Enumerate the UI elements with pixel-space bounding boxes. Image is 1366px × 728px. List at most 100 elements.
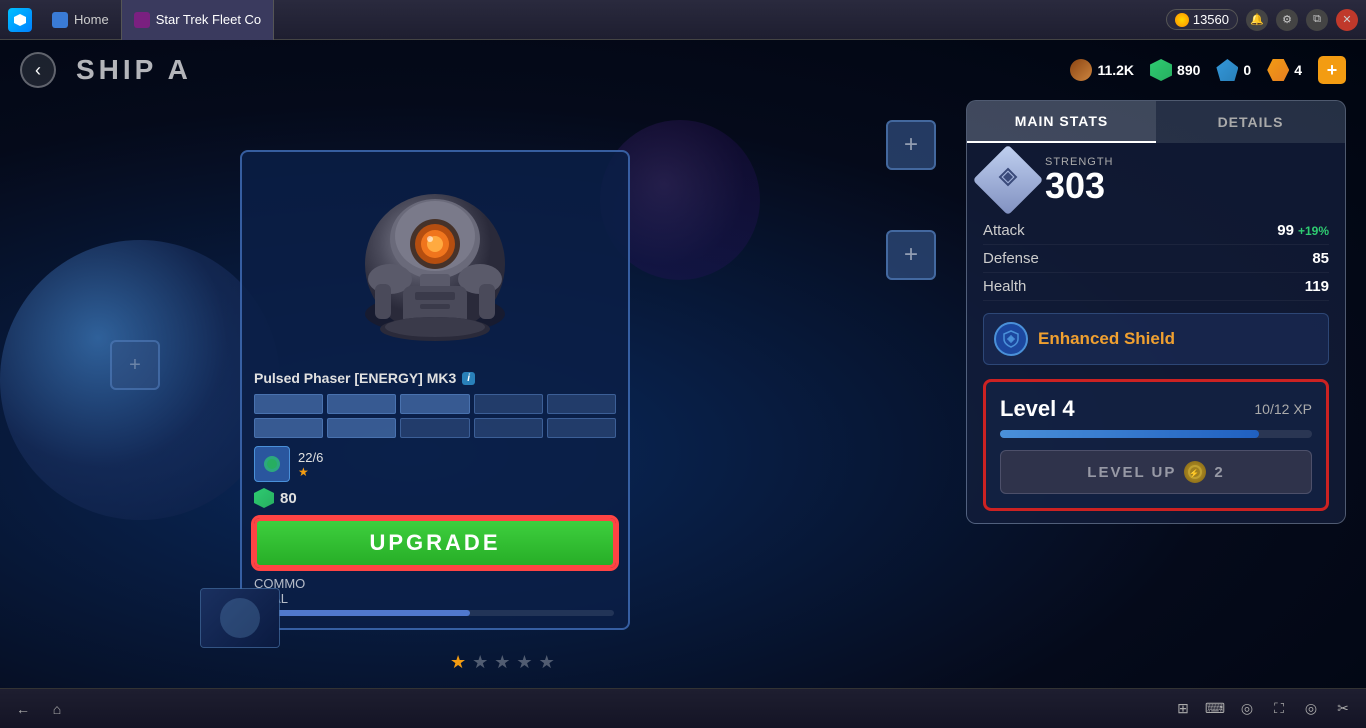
slot-1 bbox=[254, 394, 323, 414]
dilithium-value: 4 bbox=[1294, 62, 1302, 78]
currency-value: 13560 bbox=[1193, 12, 1229, 27]
upgrade-label: UPGRADE bbox=[369, 530, 500, 556]
tab-details[interactable]: DETAILS bbox=[1156, 101, 1345, 143]
resources-hud: 11.2K 890 0 4 + bbox=[1070, 56, 1346, 84]
settings-btn[interactable]: ⚙ bbox=[1276, 9, 1298, 31]
info-badge[interactable]: i bbox=[462, 372, 475, 385]
resource-wood: 11.2K bbox=[1070, 59, 1134, 81]
resource-dilithium: 4 bbox=[1267, 59, 1302, 81]
left-slot-plus-icon: + bbox=[129, 354, 141, 377]
taskbar-grid-icon[interactable]: ⊞ bbox=[1172, 698, 1194, 720]
back-button[interactable]: ‹ bbox=[20, 52, 56, 88]
level-up-button[interactable]: LEVEL UP ⚡ 2 bbox=[1000, 450, 1312, 494]
steel-icon bbox=[1150, 59, 1172, 81]
strength-value: 303 bbox=[1045, 168, 1114, 204]
stars-area: ★ ★ ★ ★ ★ bbox=[450, 652, 555, 673]
close-btn[interactable]: ✕ bbox=[1336, 9, 1358, 31]
xp-display: 10/12 XP bbox=[1254, 401, 1312, 417]
main-stats-tab-label: MAIN STATS bbox=[1015, 113, 1108, 129]
xp-bar-fill bbox=[1000, 430, 1259, 438]
defense-label: Defense bbox=[983, 250, 1039, 267]
ship-image-container bbox=[254, 164, 616, 364]
stats-tabs: MAIN STATS DETAILS bbox=[967, 101, 1345, 143]
health-label: Health bbox=[983, 278, 1026, 295]
component-icon bbox=[254, 446, 290, 482]
resource-crystal: 0 bbox=[1216, 59, 1251, 81]
currency-display: 13560 bbox=[1166, 9, 1238, 30]
game-tab-label: Star Trek Fleet Co bbox=[156, 12, 261, 27]
defense-value: 85 bbox=[1312, 250, 1329, 267]
strength-info: STRENGTH 303 bbox=[1045, 156, 1114, 204]
taskbar-fullscreen-icon[interactable]: ⛶ bbox=[1268, 698, 1290, 720]
back-icon: ‹ bbox=[35, 60, 41, 81]
slot-8 bbox=[400, 418, 469, 438]
taskbar: ← ⌂ ⊞ ⌨ ◎ ⛶ ◎ ✂ bbox=[0, 688, 1366, 728]
title-bar: Home Star Trek Fleet Co 13560 🔔 ⚙ ⧉ ✕ bbox=[0, 0, 1366, 40]
level-section: Level 4 10/12 XP LEVEL UP ⚡ 2 bbox=[983, 379, 1329, 511]
slot-5 bbox=[547, 394, 616, 414]
ship-card: Pulsed Phaser [ENERGY] MK3 i bbox=[240, 150, 630, 630]
scroll-bar-fill bbox=[254, 610, 470, 616]
home-tab-label: Home bbox=[74, 12, 109, 27]
slot-7 bbox=[327, 418, 396, 438]
left-equipment-slot[interactable]: + bbox=[110, 340, 160, 390]
taskbar-location-icon[interactable]: ◎ bbox=[1300, 698, 1322, 720]
strength-diamond-inner bbox=[998, 167, 1018, 193]
tab-main-stats[interactable]: MAIN STATS bbox=[967, 101, 1156, 143]
scroll-bar bbox=[254, 610, 614, 616]
stats-body: STRENGTH 303 Attack 99+19% Defense 85 He… bbox=[967, 143, 1345, 523]
resource-steel: 890 bbox=[1150, 59, 1200, 81]
slot-row-2 bbox=[254, 418, 616, 438]
slot-9 bbox=[474, 418, 543, 438]
slot-10 bbox=[547, 418, 616, 438]
wood-icon bbox=[1070, 59, 1092, 81]
ship-thumbnail bbox=[200, 588, 280, 648]
slot-4 bbox=[474, 394, 543, 414]
star-1: ★ bbox=[450, 652, 466, 673]
taskbar-eye-icon[interactable]: ◎ bbox=[1236, 698, 1258, 720]
health-value: 119 bbox=[1305, 278, 1329, 295]
taskbar-right: ⊞ ⌨ ◎ ⛶ ◎ ✂ bbox=[1172, 698, 1354, 720]
tab-game[interactable]: Star Trek Fleet Co bbox=[122, 0, 274, 40]
strength-diamond bbox=[973, 145, 1044, 216]
slot-3 bbox=[400, 394, 469, 414]
cost-icon bbox=[254, 488, 274, 508]
shield-icon bbox=[994, 322, 1028, 356]
component-row: 22/6 ★ bbox=[254, 446, 616, 482]
upgrade-button[interactable]: UPGRADE bbox=[254, 518, 616, 568]
title-bar-left: Home Star Trek Fleet Co bbox=[8, 0, 274, 40]
coin-icon bbox=[1175, 13, 1189, 27]
level-up-label: LEVEL UP bbox=[1087, 464, 1176, 481]
top-hud: ‹ SHIP A 11.2K 890 0 4 + bbox=[0, 40, 1366, 100]
tab-home[interactable]: Home bbox=[40, 0, 122, 40]
star-2: ★ bbox=[472, 652, 488, 673]
weapon-label: Pulsed Phaser [ENERGY] MK3 i bbox=[254, 370, 616, 386]
notification-btn[interactable]: 🔔 bbox=[1246, 9, 1268, 31]
taskbar-keyboard-icon[interactable]: ⌨ bbox=[1204, 698, 1226, 720]
weapon-name: Pulsed Phaser [ENERGY] MK3 bbox=[254, 370, 456, 386]
add-resource-button[interactable]: + bbox=[1318, 56, 1346, 84]
taskbar-home-icon[interactable]: ⌂ bbox=[46, 698, 68, 720]
bottom-plus-icon: + bbox=[904, 241, 918, 269]
level-cost-value: 2 bbox=[1214, 464, 1224, 481]
steel-value: 890 bbox=[1177, 62, 1200, 78]
stats-panel: MAIN STATS DETAILS STRENGTH bbox=[966, 100, 1346, 524]
upgrade-cost-row: 80 bbox=[254, 488, 616, 508]
game-tab-icon bbox=[134, 12, 150, 28]
level-cost-icon: ⚡ bbox=[1184, 461, 1206, 483]
level-header: Level 4 10/12 XP bbox=[1000, 396, 1312, 422]
restore-btn[interactable]: ⧉ bbox=[1306, 9, 1328, 31]
slot-row-1 bbox=[254, 394, 616, 414]
upgrade-cost-value: 80 bbox=[280, 490, 297, 507]
taskbar-back-icon[interactable]: ← bbox=[12, 698, 34, 720]
xp-bar-container bbox=[1000, 430, 1312, 438]
ship-label-line2: REAL bbox=[254, 591, 616, 606]
slot-2 bbox=[327, 394, 396, 414]
top-plus-icon: + bbox=[904, 131, 918, 159]
ship-label-bottom: COMMO REAL bbox=[254, 576, 616, 606]
top-plus-button[interactable]: + bbox=[886, 120, 936, 170]
taskbar-scissors-icon[interactable]: ✂ bbox=[1332, 698, 1354, 720]
bottom-plus-button[interactable]: + bbox=[886, 230, 936, 280]
star-4: ★ bbox=[516, 652, 532, 673]
ship-label-line1: COMMO bbox=[254, 576, 616, 591]
